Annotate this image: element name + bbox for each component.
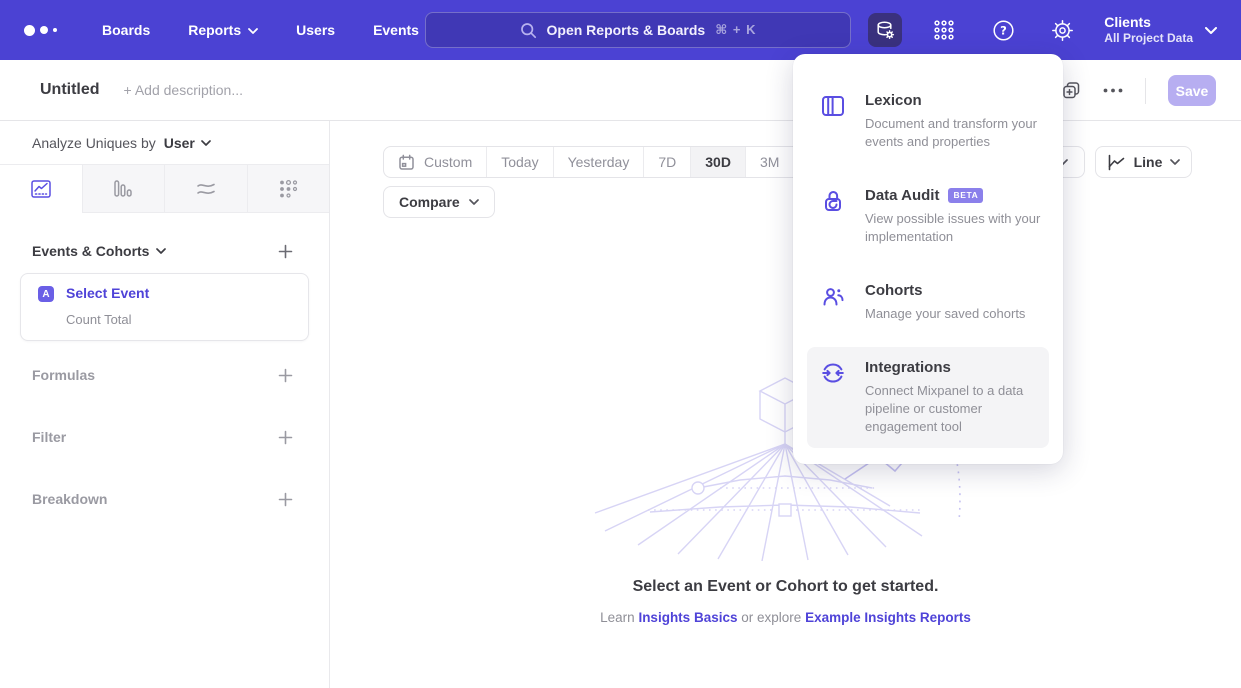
line-chart-icon	[1107, 154, 1126, 171]
help-button[interactable]: ?	[986, 13, 1020, 47]
compare-button[interactable]: Compare	[383, 186, 495, 218]
tab-bar-chart[interactable]	[82, 165, 165, 212]
chevron-down-icon	[156, 248, 166, 254]
events-cohorts-header: Events & Cohorts	[32, 243, 293, 259]
search-icon	[520, 22, 537, 39]
report-canvas: Custom Today Yesterday 7D 30D 3M 6M Comp…	[330, 121, 1241, 688]
data-audit-icon	[820, 188, 846, 214]
divider	[1145, 78, 1146, 104]
events-cohorts-dropdown[interactable]: Events & Cohorts	[32, 243, 166, 259]
nav-item-events[interactable]: Events	[373, 22, 419, 38]
more-options-icon[interactable]	[1103, 88, 1123, 93]
tab-retention-grid[interactable]	[247, 165, 330, 212]
svg-text:?: ?	[1000, 23, 1007, 37]
add-breakdown-icon[interactable]	[278, 492, 293, 507]
lexicon-icon	[820, 93, 846, 119]
add-description-field[interactable]: + Add description...	[124, 82, 243, 98]
data-management-button[interactable]	[868, 13, 902, 47]
gear-icon	[1051, 19, 1074, 42]
count-total-label[interactable]: Count Total	[66, 312, 132, 327]
chevron-down-icon	[1205, 27, 1217, 34]
chart-type-tabs	[0, 165, 329, 213]
calendar-icon	[398, 154, 415, 171]
duplicate-icon[interactable]	[1062, 81, 1081, 100]
project-name: All Project Data	[1104, 31, 1193, 46]
integrations-icon	[820, 360, 846, 386]
nav-right-cluster: ? Clients All Project Data	[868, 0, 1217, 60]
range-7d[interactable]: 7D	[643, 147, 690, 177]
chevron-down-icon	[201, 140, 211, 146]
breakdown-section: Breakdown	[32, 491, 293, 507]
save-button[interactable]: Save	[1168, 75, 1216, 106]
search-placeholder: Open Reports & Boards	[547, 22, 706, 38]
range-30d[interactable]: 30D	[690, 147, 745, 177]
retention-grid-tab-icon	[277, 178, 299, 200]
analyze-label: Analyze Uniques by	[32, 135, 156, 151]
event-letter-badge: A	[38, 286, 54, 302]
cohorts-icon	[820, 283, 846, 309]
nav-item-boards[interactable]: Boards	[102, 22, 150, 38]
apps-grid-icon	[933, 19, 955, 41]
range-3m[interactable]: 3M	[745, 147, 793, 177]
chevron-down-icon	[248, 28, 258, 34]
global-search-input[interactable]: Open Reports & Boards ⌘ + K	[425, 12, 851, 48]
select-event-card[interactable]: A Select Event Count Total	[20, 273, 309, 341]
top-nav: Boards Reports Users Events Open Reports…	[0, 0, 1241, 60]
add-filter-icon[interactable]	[278, 430, 293, 445]
nav-menu: Boards Reports Users Events	[102, 22, 419, 38]
project-selector[interactable]: Clients All Project Data	[1104, 14, 1217, 47]
add-event-icon[interactable]	[278, 244, 293, 259]
org-name: Clients	[1104, 14, 1193, 32]
add-formula-icon[interactable]	[278, 368, 293, 383]
nav-item-reports[interactable]: Reports	[188, 22, 258, 38]
beta-badge: BETA	[948, 188, 983, 203]
nav-item-users[interactable]: Users	[296, 22, 335, 38]
flow-chart-tab-icon	[195, 178, 217, 200]
query-builder-sidebar: Analyze Uniques by User	[0, 121, 330, 688]
chart-type-dropdown[interactable]: Line	[1095, 146, 1192, 178]
chevron-down-icon	[1170, 159, 1180, 165]
tab-flow-chart[interactable]	[164, 165, 247, 212]
formulas-section: Formulas	[32, 367, 293, 383]
mixpanel-insights-app: Boards Reports Users Events Open Reports…	[0, 0, 1241, 688]
tab-line-chart[interactable]	[0, 165, 82, 212]
insights-basics-link[interactable]: Insights Basics	[638, 610, 737, 625]
empty-state-title: Select an Event or Cohort to get started…	[330, 578, 1241, 596]
menu-item-data-audit[interactable]: Data AuditBETA View possible issues with…	[807, 175, 1049, 258]
data-management-menu: Lexicon Document and transform your even…	[793, 54, 1063, 464]
analyze-row: Analyze Uniques by User	[0, 121, 329, 165]
analyze-by-dropdown[interactable]: User	[164, 135, 211, 151]
chevron-down-icon	[469, 199, 479, 205]
menu-item-lexicon[interactable]: Lexicon Document and transform your even…	[807, 80, 1049, 163]
apps-grid-button[interactable]	[927, 13, 961, 47]
menu-item-cohorts[interactable]: Cohorts Manage your saved cohorts	[807, 270, 1049, 335]
filter-section: Filter	[32, 429, 293, 445]
settings-button[interactable]	[1045, 13, 1079, 47]
help-icon: ?	[992, 19, 1015, 42]
report-title[interactable]: Untitled	[40, 81, 100, 99]
range-yesterday[interactable]: Yesterday	[553, 147, 644, 177]
bar-chart-tab-icon	[112, 178, 134, 200]
menu-item-integrations[interactable]: Integrations Connect Mixpanel to a data …	[807, 347, 1049, 448]
data-management-icon	[875, 20, 896, 41]
line-chart-tab-icon	[30, 178, 52, 200]
example-insights-reports-link[interactable]: Example Insights Reports	[805, 610, 971, 625]
empty-state-links: Learn Insights Basics or explore Example…	[330, 610, 1241, 625]
mixpanel-logo-icon[interactable]	[24, 25, 68, 36]
range-today[interactable]: Today	[486, 147, 552, 177]
select-event-label[interactable]: Select Event	[66, 285, 149, 301]
search-shortcut: ⌘ + K	[715, 22, 756, 38]
range-custom[interactable]: Custom	[384, 147, 486, 177]
